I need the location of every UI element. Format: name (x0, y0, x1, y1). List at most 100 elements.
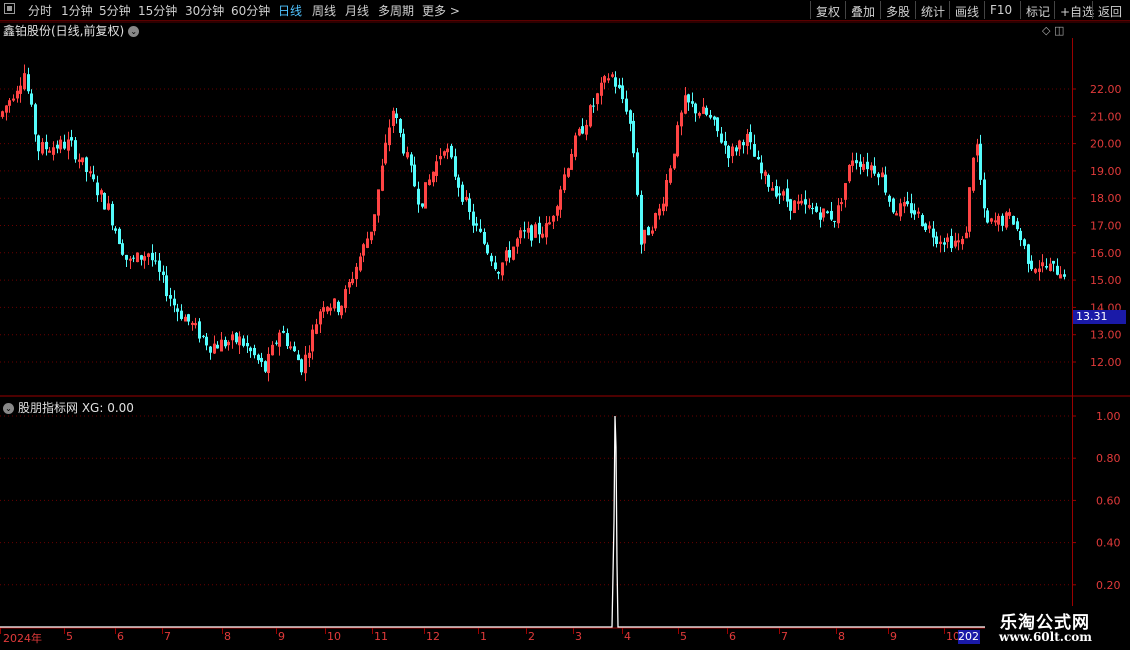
date-axis-end-label: 202 (958, 630, 980, 644)
candle-body-down (786, 188, 789, 202)
candle-body-down (275, 342, 278, 344)
candle-body-down (293, 346, 296, 352)
candle-body-down (483, 232, 486, 244)
candle-body-down (629, 110, 632, 124)
candle-body-down (176, 308, 179, 312)
candle-body-down (932, 228, 935, 238)
candle-body-down (180, 310, 183, 319)
candle-body-down (209, 346, 212, 353)
candle-body-down (830, 210, 833, 220)
candle-body-down (757, 156, 760, 160)
candle-body-down (804, 199, 807, 205)
watermark: 乐淘公式网 www.60lt.com (985, 606, 1130, 650)
candle-body-down (826, 211, 829, 214)
candle-body-up (994, 220, 997, 223)
candle-body-down (497, 272, 500, 274)
candle-body-down (74, 140, 77, 160)
candle-body-down (118, 228, 121, 245)
candle-body-down (34, 104, 37, 135)
candle-body-down (472, 211, 475, 226)
candle-body-down (1030, 260, 1033, 270)
candle-body-down (530, 225, 533, 241)
month-label: 8 (838, 630, 845, 643)
candle-body-down (162, 271, 165, 275)
indicator-label: 0.60 (1096, 494, 1121, 507)
candle-body-down (461, 184, 464, 202)
candle-body-down (282, 330, 285, 333)
month-label: 12 (426, 630, 440, 643)
candle-body-down (625, 98, 628, 112)
candle-body-down (508, 249, 511, 258)
month-label: 10 (327, 630, 341, 643)
candle-body-down (877, 173, 880, 178)
candle-body-up (191, 322, 194, 325)
candle-body-down (249, 347, 252, 352)
month-label: 9 (278, 630, 285, 643)
candle-body-down (45, 141, 48, 150)
candle-body-down (111, 203, 114, 226)
candle-body-down (855, 160, 858, 164)
candle-body-down (986, 210, 989, 223)
month-label: 11 (374, 630, 388, 643)
candle-body-down (297, 354, 300, 361)
price-label: 21.00 (1090, 110, 1122, 123)
price-label: 20.00 (1090, 138, 1122, 151)
current-price-tag: 13.31 (1073, 310, 1126, 324)
candle-body-down (96, 182, 99, 196)
candle-body-down (30, 93, 33, 105)
candle-body-down (767, 175, 770, 187)
month-label: 6 (729, 630, 736, 643)
candle-body-down (694, 103, 697, 114)
indicator-title-label: 股朋指标网 XG: 0.00 (18, 401, 134, 415)
candle-body-down (983, 179, 986, 209)
candle-body-down (592, 105, 595, 107)
month-label: 6 (117, 630, 124, 643)
month-label: 7 (781, 630, 788, 643)
candle-body-down (892, 198, 895, 213)
month-label: 9 (890, 630, 897, 643)
candle-body-down (866, 161, 869, 170)
candle-body-down (1027, 244, 1030, 264)
candle-body-down (943, 242, 946, 245)
candle-body-down (859, 161, 862, 167)
candle-body-up (12, 98, 15, 101)
price-chart[interactable]: 22.0021.0020.0019.0018.0017.0016.0015.00… (0, 0, 1130, 650)
month-label: 5 (680, 630, 687, 643)
candle-body-down (486, 244, 489, 254)
price-label: 19.00 (1090, 165, 1122, 178)
candle-body-down (742, 142, 745, 146)
candle-body-down (1016, 221, 1019, 230)
candle-body-down (300, 359, 303, 373)
candle-body-down (749, 132, 752, 143)
candle-body-down (1063, 274, 1066, 277)
price-label: 12.00 (1090, 356, 1122, 369)
candle-body-down (724, 140, 727, 146)
candle-body-down (257, 354, 260, 361)
candle-body-up (89, 171, 92, 174)
candle-body-down (151, 252, 154, 261)
candle-body-down (910, 203, 913, 214)
month-label: 8 (224, 630, 231, 643)
candle-body-down (1019, 230, 1022, 241)
candle-body-down (1045, 266, 1048, 268)
chevron-down-icon[interactable]: ⌄ (3, 403, 14, 414)
candle-body-down (811, 207, 814, 210)
candle-body-down (614, 77, 617, 87)
candle-body-up (129, 258, 132, 261)
candle-body-down (103, 192, 106, 210)
candle-body-down (421, 203, 424, 207)
candle-body-down (716, 117, 719, 132)
month-label: 5 (66, 630, 73, 643)
indicator-label: 0.80 (1096, 452, 1121, 465)
candle-body-down (140, 255, 143, 260)
candle-body-down (121, 243, 124, 255)
candle-body-down (216, 344, 219, 349)
candle-body-down (479, 228, 482, 232)
candle-body-down (913, 210, 916, 215)
candle-body-down (647, 227, 650, 236)
price-label: 22.00 (1090, 83, 1122, 96)
candle-body-down (490, 255, 493, 262)
candle-body-down (640, 194, 643, 245)
price-label: 16.00 (1090, 247, 1122, 260)
candle-body-down (85, 157, 88, 172)
